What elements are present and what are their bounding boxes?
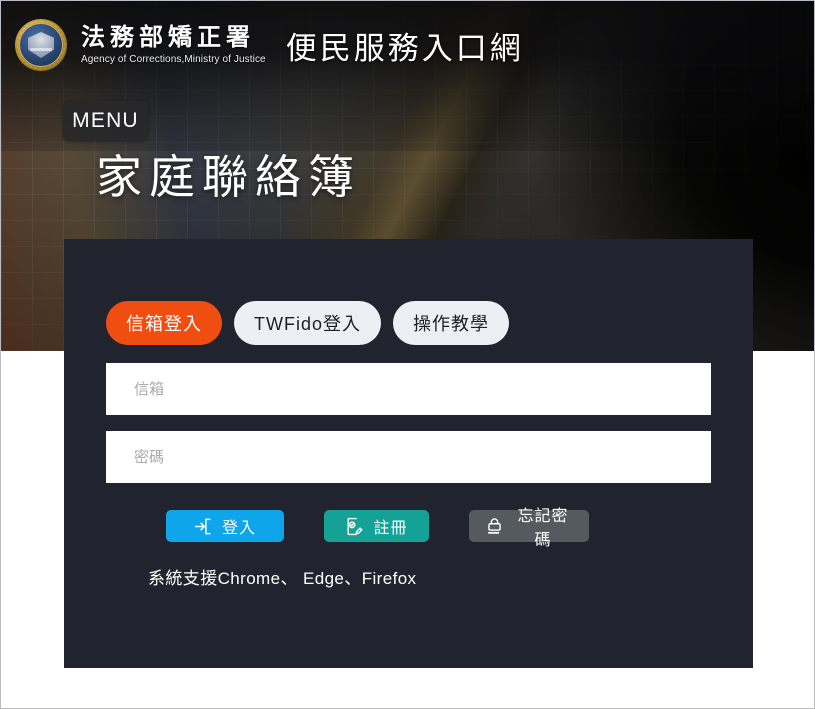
brand-text-block: 法務部矯正署 Agency of Corrections,Ministry of… xyxy=(81,25,266,64)
page-title: 家庭聯絡簿 xyxy=(96,151,361,203)
login-tab-bar: 信箱登入 TWFido登入 操作教學 xyxy=(106,301,711,345)
register-button[interactable]: 註冊 xyxy=(324,510,429,542)
page-root: 法務部矯正署 Agency of Corrections,Ministry of… xyxy=(0,0,815,709)
email-input[interactable] xyxy=(106,363,711,415)
login-arrow-icon xyxy=(194,517,213,536)
browser-support-note: 系統支援Chrome、 Edge、Firefox xyxy=(148,569,417,588)
login-card: 信箱登入 TWFido登入 操作教學 登入 xyxy=(64,239,753,668)
register-button-label: 註冊 xyxy=(373,520,408,537)
login-action-row: 登入 註冊 忘記密碼 xyxy=(106,508,711,549)
forgot-password-button-label: 忘記密碼 xyxy=(517,508,569,549)
tab-tutorial[interactable]: 操作教學 xyxy=(393,301,509,345)
site-title: 便民服務入口網 xyxy=(285,30,524,66)
forgot-password-button[interactable]: 忘記密碼 xyxy=(469,508,589,549)
login-button-label: 登入 xyxy=(221,520,256,537)
agency-seal-icon xyxy=(15,19,67,71)
tab-email-login[interactable]: 信箱登入 xyxy=(106,301,222,345)
padlock-asterisks-icon xyxy=(485,517,504,536)
brand-name-chinese: 法務部矯正署 xyxy=(81,24,255,52)
document-pencil-icon xyxy=(345,517,364,536)
login-button[interactable]: 登入 xyxy=(166,510,284,542)
site-header: 法務部矯正署 Agency of Corrections,Ministry of… xyxy=(1,1,814,89)
brand-name-english: Agency of Corrections,Ministry of Justic… xyxy=(81,53,266,65)
tab-twfido-login[interactable]: TWFido登入 xyxy=(234,301,381,345)
menu-button[interactable]: MENU xyxy=(63,101,148,141)
password-input[interactable] xyxy=(106,431,711,483)
